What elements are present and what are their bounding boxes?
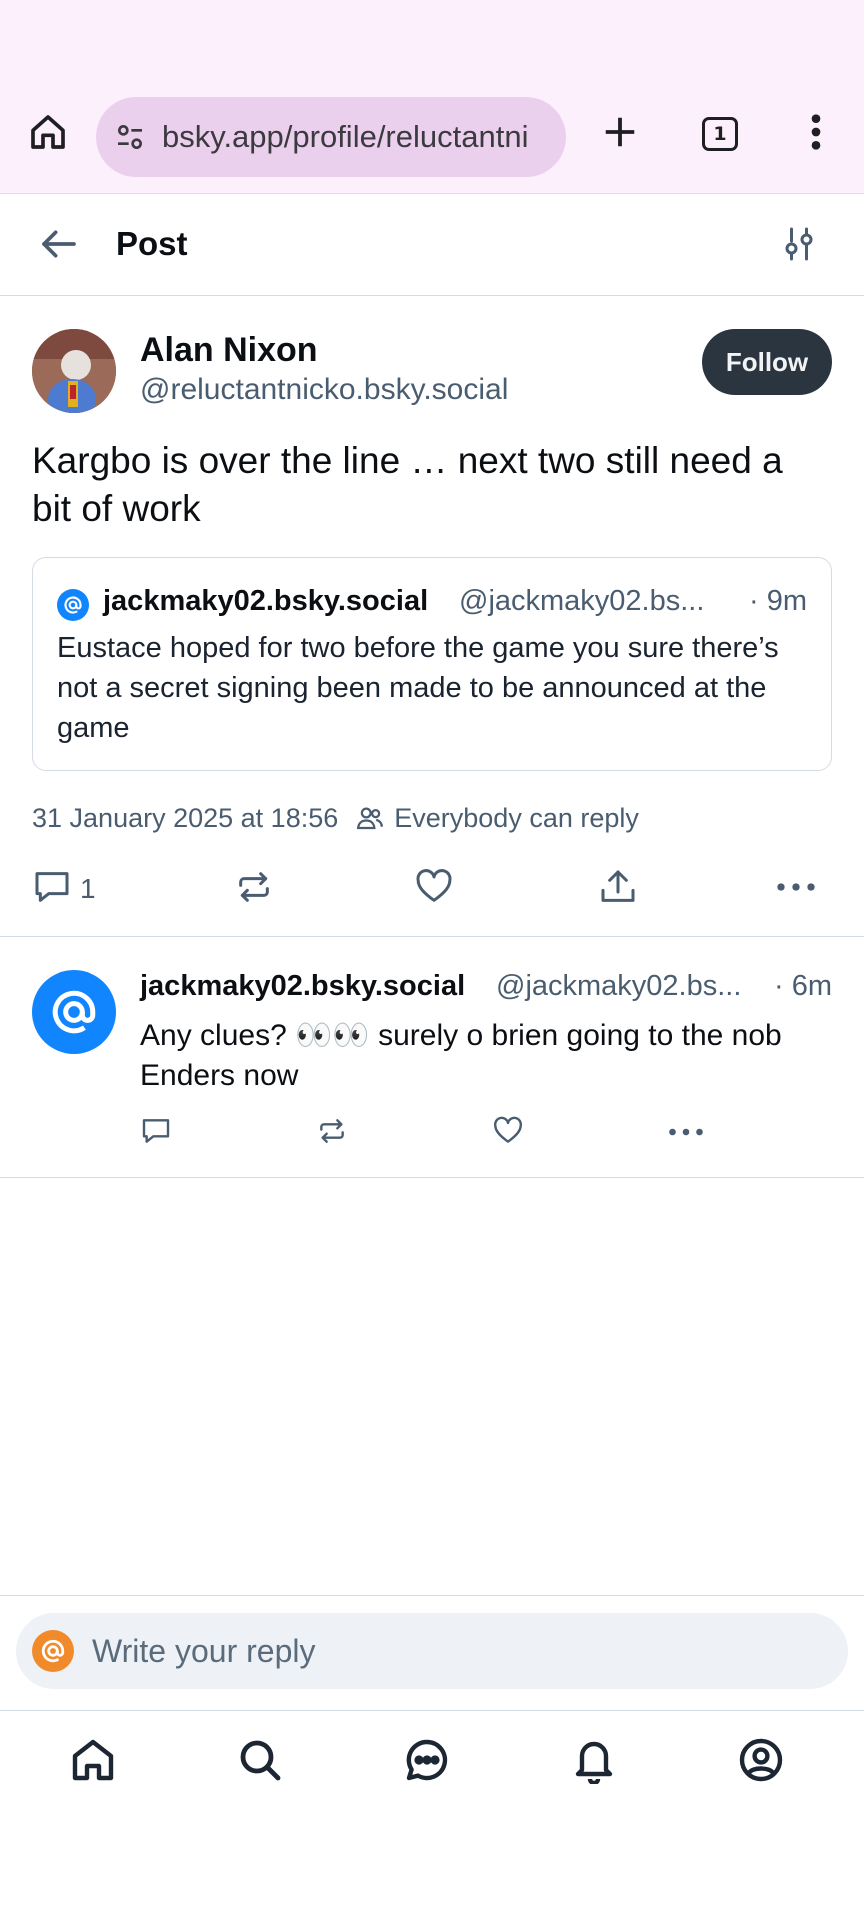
bell-icon: [570, 1736, 618, 1789]
chat-icon: [403, 1736, 451, 1789]
home-icon: [69, 1736, 117, 1789]
more-horizontal-icon: [776, 880, 816, 898]
more-horizontal-icon: [668, 1124, 704, 1142]
quoted-author-name: jackmaky02.bsky.social: [103, 585, 429, 617]
reply-author-avatar[interactable]: [32, 970, 116, 1054]
plus-icon: [601, 113, 639, 156]
post-meta: 31 January 2025 at 18:56 Everybody can r…: [32, 802, 639, 834]
reply-author-handle[interactable]: @jackmaky02.bs...: [496, 970, 741, 1003]
nav-chat[interactable]: [399, 1734, 455, 1790]
author-name[interactable]: Alan Nixon: [140, 331, 318, 370]
post-timestamp: 31 January 2025 at 18:56: [32, 802, 339, 833]
reply-count: 1: [80, 873, 96, 904]
reply-time: · 6m: [774, 970, 832, 1002]
reply-setting[interactable]: Everybody can reply: [354, 802, 639, 834]
repost-button[interactable]: [234, 859, 274, 919]
search-icon: [236, 1736, 284, 1789]
post-text: Kargbo is over the line … next two still…: [32, 440, 783, 529]
comment-icon: [140, 1115, 172, 1152]
heart-icon: [492, 1115, 524, 1152]
post-actions: 1: [0, 859, 864, 919]
reply-actions: [0, 1108, 864, 1158]
tab-count: 1: [702, 117, 738, 151]
site-settings-icon[interactable]: [112, 119, 148, 155]
home-icon: [28, 112, 68, 157]
reply-composer-bar: Write your reply: [0, 1595, 864, 1711]
quoted-post-text: Eustace hoped for two before the game yo…: [57, 632, 779, 744]
browser-menu-button[interactable]: [792, 110, 840, 158]
heart-icon: [414, 867, 454, 912]
thread-settings-button[interactable]: [774, 221, 824, 271]
nav-home[interactable]: [65, 1734, 121, 1790]
tab-switcher-button[interactable]: 1: [696, 110, 744, 158]
repost-icon: [316, 1115, 348, 1152]
back-button[interactable]: [34, 221, 84, 271]
quoted-author-handle: @jackmaky02.bs...: [459, 585, 705, 617]
author-avatar[interactable]: [32, 329, 116, 413]
share-icon: [598, 867, 638, 912]
sliders-icon: [781, 225, 817, 268]
more-options-button[interactable]: [776, 859, 816, 919]
follow-button[interactable]: Follow: [702, 329, 832, 395]
reply-button[interactable]: 1: [32, 859, 96, 919]
more-vertical-icon: [810, 112, 822, 157]
browser-home-button[interactable]: [22, 108, 74, 160]
author-handle[interactable]: @reluctantnicko.bsky.social: [140, 373, 508, 407]
reply-repost-button[interactable]: [316, 1108, 348, 1158]
reply-reply-button[interactable]: [140, 1108, 172, 1158]
url-text: bsky.app/profile/reluctantni: [162, 119, 529, 154]
user-avatar: [32, 1630, 74, 1672]
reply-text: Any clues? 👀👀 surely o brien going to th…: [140, 1019, 782, 1092]
address-bar[interactable]: bsky.app/profile/reluctantni: [96, 97, 566, 177]
people-icon: [354, 802, 386, 834]
repost-icon: [234, 867, 274, 912]
nav-profile[interactable]: [733, 1734, 789, 1790]
reply-author-name[interactable]: jackmaky02.bsky.social: [140, 970, 465, 1003]
new-tab-button[interactable]: [596, 110, 644, 158]
page-title: Post: [116, 225, 188, 262]
reply-post[interactable]: jackmaky02.bsky.social @jackmaky02.bs...…: [0, 938, 864, 1178]
quoted-post-time: · 9m: [749, 585, 807, 617]
main-post: Alan Nixon @reluctantnicko.bsky.social F…: [0, 297, 864, 937]
quoted-post[interactable]: jackmaky02.bsky.social @jackmaky02.bs...…: [32, 557, 832, 771]
reply-composer[interactable]: Write your reply: [16, 1613, 848, 1689]
share-button[interactable]: [598, 859, 638, 919]
quoted-author-avatar: [57, 589, 89, 621]
nav-search[interactable]: [232, 1734, 288, 1790]
profile-icon: [737, 1736, 785, 1789]
app-header: Post: [0, 195, 864, 296]
comment-icon: [32, 867, 72, 912]
reply-like-button[interactable]: [492, 1108, 524, 1158]
browser-toolbar: bsky.app/profile/reluctantni 1: [0, 0, 864, 194]
arrow-left-icon: [39, 224, 79, 269]
bottom-navigation: [0, 1712, 864, 1812]
reply-more-options-button[interactable]: [668, 1108, 704, 1158]
reply-placeholder: Write your reply: [92, 1632, 316, 1669]
reply-setting-label: Everybody can reply: [394, 802, 639, 833]
like-button[interactable]: [414, 859, 454, 919]
nav-notifications[interactable]: [566, 1734, 622, 1790]
